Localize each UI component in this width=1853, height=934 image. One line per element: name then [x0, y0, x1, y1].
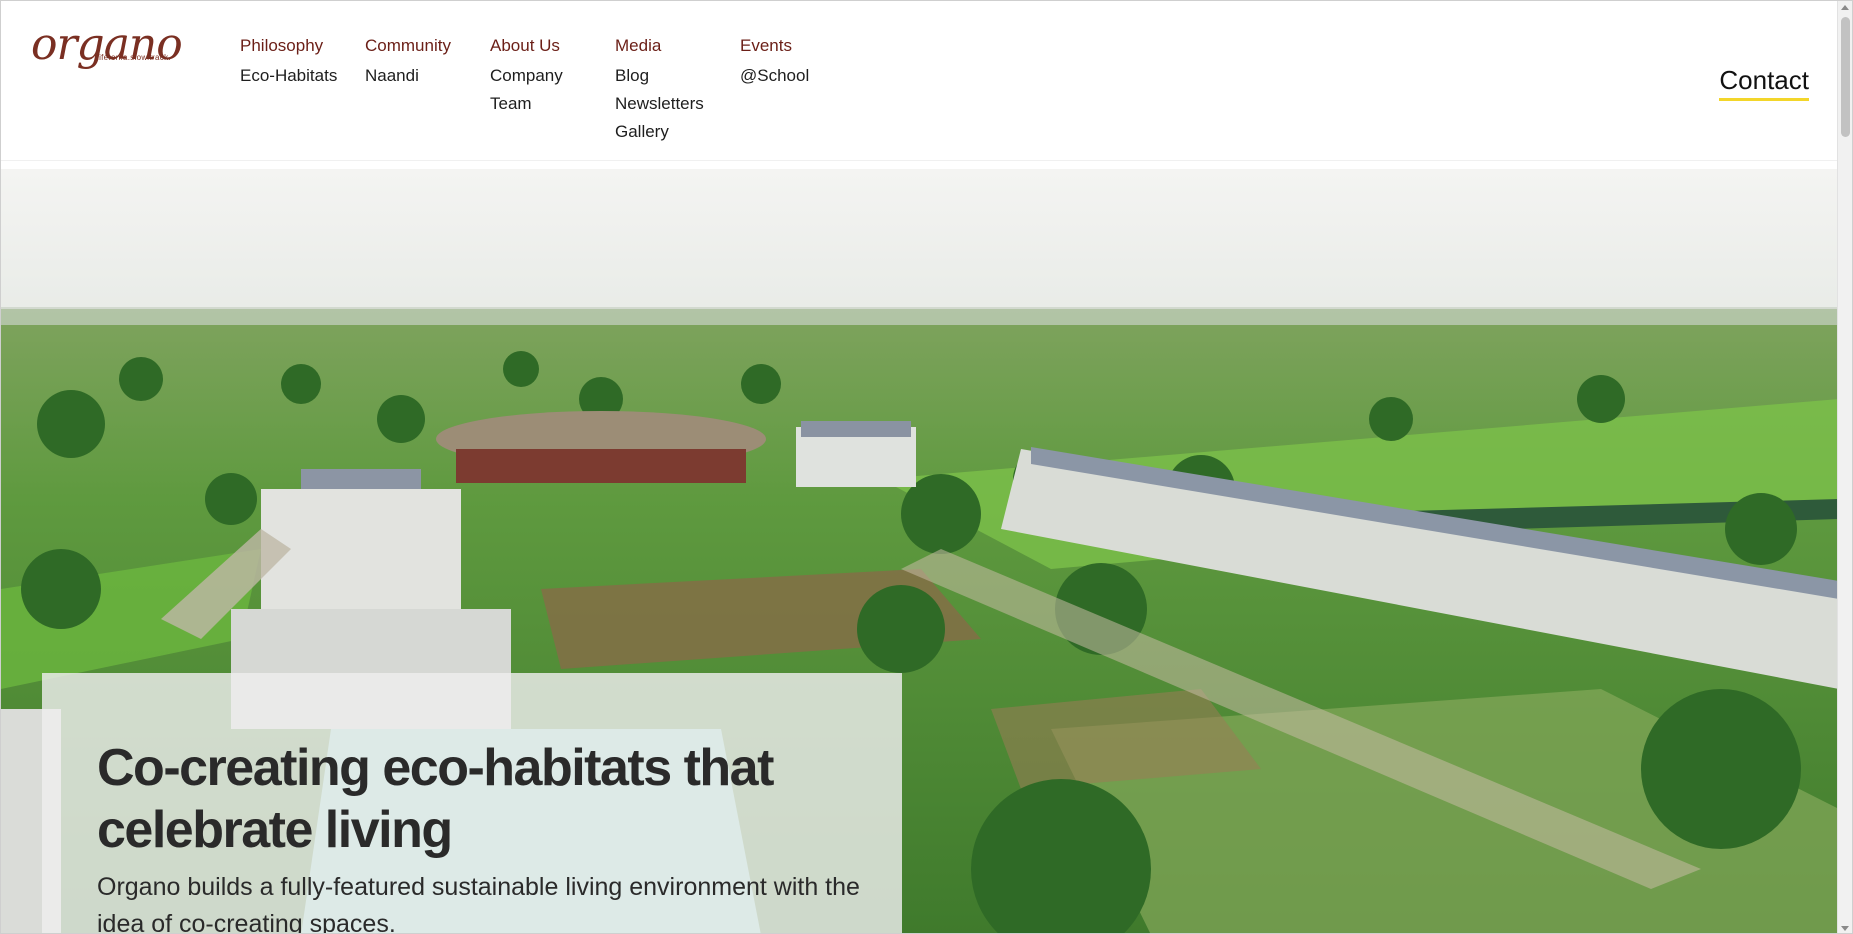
nav-link-team[interactable]: Team [490, 93, 563, 115]
pavilion-wall [456, 449, 746, 483]
site-header: organo life.on.a.slow.track. Philosophy … [1, 1, 1839, 161]
nav-link-school[interactable]: @School [740, 65, 809, 87]
nav-link-newsletters[interactable]: Newsletters [615, 93, 704, 115]
nav-heading-events[interactable]: Events [740, 35, 809, 57]
browser-viewport: organo life.on.a.slow.track. Philosophy … [0, 0, 1853, 934]
nav-heading-philosophy[interactable]: Philosophy [240, 35, 337, 57]
nav-link-gallery[interactable]: Gallery [615, 121, 704, 143]
hero-section: Co-creating eco-habitats that celebrate … [1, 169, 1839, 934]
nav-link-eco-habitats[interactable]: Eco-Habitats [240, 65, 337, 87]
vertical-scrollbar[interactable] [1837, 1, 1852, 933]
scroll-up-arrow-icon[interactable] [1841, 5, 1849, 10]
nav-link-naandi[interactable]: Naandi [365, 65, 451, 87]
nav-heading-community[interactable]: Community [365, 35, 451, 57]
nav-column-about-us: About Us Company Team [490, 35, 563, 121]
nav-link-blog[interactable]: Blog [615, 65, 704, 87]
nav-column-media: Media Blog Newsletters Gallery [615, 35, 704, 149]
nav-heading-about-us[interactable]: About Us [490, 35, 563, 57]
hero-text-card: Co-creating eco-habitats that celebrate … [42, 673, 902, 934]
nav-column-events: Events @School [740, 35, 809, 93]
sky [1, 169, 1839, 319]
logo-tagline: life.on.a.slow.track. [97, 53, 171, 62]
contact-link[interactable]: Contact [1719, 65, 1809, 101]
hero-subtitle: Organo builds a fully-featured sustainab… [97, 873, 860, 934]
scrollbar-thumb[interactable] [1841, 17, 1850, 137]
organo-logo[interactable]: organo life.on.a.slow.track. [31, 23, 183, 73]
nav-column-community: Community Naandi [365, 35, 451, 93]
hero-title: Co-creating eco-habitats that celebrate … [97, 739, 774, 859]
nav-heading-media[interactable]: Media [615, 35, 704, 57]
nav-column-philosophy: Philosophy Eco-Habitats [240, 35, 337, 93]
scroll-down-arrow-icon[interactable] [1841, 926, 1849, 931]
nav-link-company[interactable]: Company [490, 65, 563, 87]
